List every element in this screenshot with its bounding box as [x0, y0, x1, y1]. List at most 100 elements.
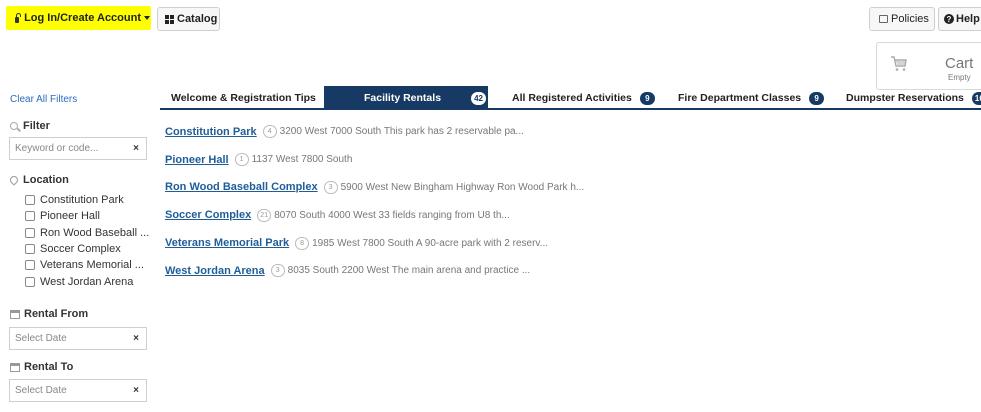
location-option-label: Pioneer Hall — [40, 210, 100, 223]
tab-facility-rentals[interactable]: Facility Rentals 42 — [324, 86, 488, 110]
tab-label: Welcome & Registration Tips — [171, 92, 316, 104]
checkbox[interactable] — [25, 260, 35, 271]
tab-label: Facility Rentals — [364, 92, 442, 104]
map-pin-icon — [8, 174, 20, 186]
location-option[interactable]: Ron Wood Baseball ... — [25, 225, 149, 241]
tab-label: Fire Department Classes — [678, 92, 802, 104]
facility-count-badge: 3 — [270, 264, 285, 278]
cart-status: Empty — [948, 73, 971, 82]
keyword-search-input[interactable]: Keyword or code... × — [9, 137, 147, 160]
list-item: Ron Wood Baseball Complex 3 5900 West Ne… — [165, 174, 584, 202]
facility-link[interactable]: Soccer Complex — [165, 209, 251, 221]
calendar-icon — [10, 309, 20, 319]
tab-count-badge: 9 — [639, 91, 655, 105]
facility-results-list: Constitution Park 4 3200 West 7000 South… — [165, 118, 584, 285]
location-option-label: Veterans Memorial ... — [40, 259, 144, 272]
facility-link[interactable]: Veterans Memorial Park — [165, 237, 289, 249]
clear-rental-from-icon[interactable]: × — [133, 333, 139, 344]
tab-all-registered-activities[interactable]: All Registered Activities 9 — [512, 86, 655, 110]
login-label: Log In/Create Account — [24, 12, 141, 24]
tab-fire-department-classes[interactable]: Fire Department Classes 9 — [678, 86, 825, 110]
rental-from-heading: Rental From — [10, 308, 88, 320]
top-bar: Log In/Create Account Catalog Policies ?… — [0, 0, 981, 40]
keyword-placeholder: Keyword or code... — [15, 143, 99, 154]
facility-description: 5900 West New Bingham Highway Ron Wood P… — [340, 181, 585, 193]
facility-link[interactable]: Constitution Park — [165, 126, 257, 138]
facility-count-badge: 4 — [262, 125, 277, 139]
list-item: Constitution Park 4 3200 West 7000 South… — [165, 118, 584, 146]
policies-button[interactable]: Policies — [869, 7, 935, 31]
facility-description: 1985 West 7800 South A 90-acre park with… — [312, 237, 548, 249]
location-option-label: Constitution Park — [40, 194, 124, 207]
list-item: Soccer Complex 21 8070 South 4000 West 3… — [165, 201, 584, 229]
list-item: Pioneer Hall 1 1137 West 7800 South — [165, 146, 584, 174]
grid-icon — [165, 14, 174, 24]
rental-from-label: Rental From — [24, 308, 89, 320]
facility-count-badge: 8 — [295, 236, 310, 250]
facility-description: 1137 West 7800 South — [251, 154, 353, 166]
catalog-label: Catalog — [177, 13, 218, 25]
facility-link[interactable]: Ron Wood Baseball Complex — [165, 181, 318, 193]
location-option[interactable]: Veterans Memorial ... — [25, 257, 149, 273]
facility-count-badge: 1 — [234, 153, 249, 167]
location-checkbox-list: Constitution Park Pioneer Hall Ron Wood … — [25, 192, 149, 290]
search-icon — [10, 122, 18, 130]
help-label: Help — [956, 13, 980, 25]
facility-link[interactable]: West Jordan Arena — [165, 265, 265, 277]
checkbox[interactable] — [25, 227, 35, 238]
document-icon — [879, 15, 888, 23]
tab-dumpster-reservations[interactable]: Dumpster Reservations 16 — [846, 86, 981, 110]
login-button[interactable]: Log In/Create Account — [6, 6, 151, 30]
facility-count-badge: 3 — [323, 180, 338, 194]
rental-from-placeholder: Select Date — [15, 333, 67, 344]
category-tabs: Welcome & Registration Tips 0 Facility R… — [160, 86, 981, 110]
location-option[interactable]: Soccer Complex — [25, 241, 149, 257]
list-item: Veterans Memorial Park 8 1985 West 7800 … — [165, 229, 584, 257]
rental-to-placeholder: Select Date — [15, 385, 67, 396]
checkbox[interactable] — [25, 244, 35, 255]
facility-description: 3200 West 7000 South This park has 2 res… — [279, 126, 524, 138]
help-button[interactable]: ? Help — [938, 7, 981, 31]
location-option[interactable]: Pioneer Hall — [25, 208, 149, 224]
filter-heading: Filter — [10, 120, 50, 132]
filter-sidebar: Clear All Filters Filter Keyword or code… — [0, 90, 160, 412]
filter-heading-label: Filter — [23, 120, 50, 132]
rental-to-label: Rental To — [24, 361, 74, 373]
facility-link[interactable]: Pioneer Hall — [165, 154, 229, 166]
location-option-label: Ron Wood Baseball ... — [40, 226, 150, 239]
checkbox[interactable] — [25, 211, 35, 222]
clear-rental-to-icon[interactable]: × — [133, 385, 139, 396]
clear-all-filters-link[interactable]: Clear All Filters — [10, 94, 77, 105]
policies-label: Policies — [891, 13, 929, 25]
location-option[interactable]: Constitution Park — [25, 192, 149, 208]
location-heading-label: Location — [23, 174, 69, 186]
location-heading: Location — [8, 174, 69, 186]
question-circle-icon: ? — [944, 14, 954, 24]
shopping-cart-icon — [891, 56, 907, 71]
tab-count-badge: 16 — [971, 91, 981, 105]
checkbox[interactable] — [25, 276, 35, 287]
catalog-button[interactable]: Catalog — [157, 7, 220, 31]
location-option-label: Soccer Complex — [40, 243, 121, 256]
location-option[interactable]: West Jordan Arena — [25, 273, 149, 289]
lock-icon — [15, 12, 22, 23]
location-option-label: West Jordan Arena — [40, 275, 134, 288]
facility-description: 8035 South 2200 West The main arena and … — [287, 265, 531, 277]
list-item: West Jordan Arena 3 8035 South 2200 West… — [165, 257, 584, 285]
rental-from-date-input[interactable]: Select Date × — [9, 327, 147, 350]
rental-to-heading: Rental To — [10, 361, 73, 373]
tab-label: Dumpster Reservations — [846, 92, 964, 104]
facility-description: 8070 South 4000 West 33 fields ranging f… — [274, 209, 510, 221]
tab-count-badge: 42 — [471, 91, 487, 105]
clear-keyword-icon[interactable]: × — [133, 143, 139, 154]
cart-widget[interactable]: Cart Empty — [876, 42, 981, 90]
tab-welcome-registration-tips[interactable]: Welcome & Registration Tips 0 — [171, 86, 339, 110]
cart-title: Cart — [945, 55, 974, 72]
caret-down-icon — [144, 16, 150, 20]
tab-count-badge: 9 — [809, 91, 825, 105]
checkbox[interactable] — [25, 195, 35, 206]
facility-count-badge: 21 — [257, 208, 272, 222]
calendar-icon — [10, 362, 20, 372]
tab-label: All Registered Activities — [512, 92, 632, 104]
rental-to-date-input[interactable]: Select Date × — [9, 379, 147, 402]
